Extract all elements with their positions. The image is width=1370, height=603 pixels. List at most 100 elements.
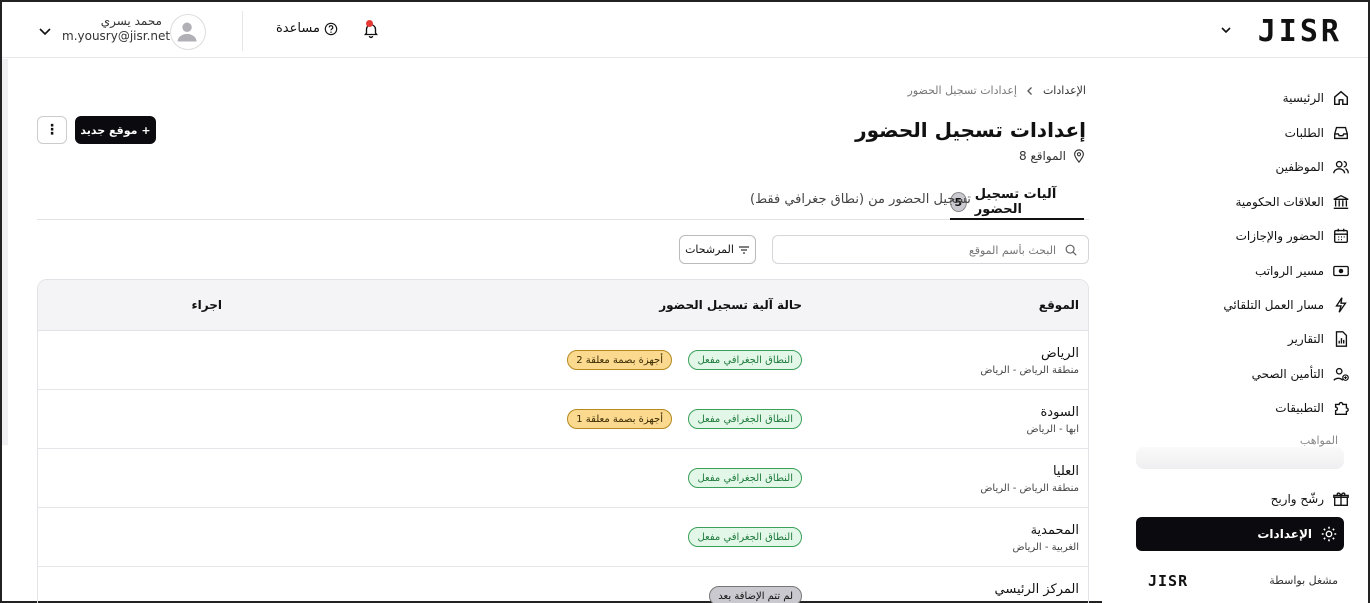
top-bar: JISR مساعدة محمد يسري m.yousry@jisr.net <box>2 2 1368 58</box>
search-box <box>772 235 1089 264</box>
report-icon <box>1335 331 1348 347</box>
sidebar-section-talents: المواهب <box>1299 434 1338 447</box>
help-label: مساعدة <box>276 21 320 36</box>
sidebar-item-label: الطلبات <box>1284 126 1324 140</box>
filters-label: المرشحات <box>685 243 734 256</box>
breadcrumb-root[interactable]: الإعدادات <box>1043 84 1086 97</box>
new-location-button[interactable]: + موقع جديد <box>75 116 156 144</box>
location-name: العليا <box>1052 464 1079 479</box>
sidebar-item-attendance[interactable]: الحضور والإجازات <box>1130 222 1350 250</box>
sidebar-item-reports[interactable]: التقارير <box>1130 325 1350 353</box>
pending-devices-badge: 1 أجهزة بصمة معلقة <box>567 409 672 429</box>
chevron-down-icon[interactable] <box>1220 24 1232 36</box>
location-region: منطقة الرياض - الرياض <box>980 365 1079 376</box>
page-title: إعدادات تسجيل الحضور <box>855 118 1086 142</box>
locations-table: الموقع حالة آلية تسجيل الحضور اجراء الري… <box>37 279 1089 603</box>
locations-count-text: 8 المواقع <box>1018 149 1066 163</box>
jisr-logo[interactable]: JISR <box>1258 14 1342 49</box>
search-input[interactable] <box>786 241 1056 259</box>
sidebar-item-label: مسار العمل التلقائي <box>1223 298 1324 312</box>
filter-icon <box>738 245 749 254</box>
status-badge: لم تتم الإضافة بعد <box>709 586 802 603</box>
breadcrumb: الإعدادات إعدادات تسجيل الحضور <box>908 84 1086 97</box>
tab-label: آليات تسجيل الحضور <box>974 187 1057 217</box>
sidebar-item-label: التأمين الصحي <box>1251 367 1324 381</box>
table-row[interactable]: المركز الرئيسي لم تتم الإضافة بعد <box>38 567 1088 603</box>
table-row[interactable]: العليا منطقة الرياض - الرياض النطاق الجغ… <box>38 449 1088 508</box>
sidebar-item-label: العلاقات الحكومية <box>1235 195 1325 209</box>
powered-by-logo: JISR <box>1148 572 1189 590</box>
location-name: المركز الرئيسي <box>994 582 1079 597</box>
search-icon <box>1065 244 1077 256</box>
header-divider <box>242 11 243 51</box>
table-row[interactable]: المحمدية الغربية - الرياض النطاق الجغراف… <box>38 508 1088 567</box>
sidebar-item-label: التطبيقات <box>1275 401 1324 415</box>
status-badge: النطاق الجغرافي مفعل <box>688 409 802 429</box>
sidebar-item-refer[interactable]: رشّح واربح <box>1130 485 1350 513</box>
notification-dot <box>366 20 373 27</box>
chevron-down-icon[interactable] <box>38 24 52 38</box>
breadcrumb-current: إعدادات تسجيل الحضور <box>907 84 1017 97</box>
calendar-icon <box>1334 228 1348 243</box>
location-region: الغربية - الرياض <box>1012 542 1079 553</box>
status-badge: النطاق الجغرافي مفعل <box>688 468 802 488</box>
sidebar-item-requests[interactable]: الطلبات <box>1130 119 1350 147</box>
sidebar-item-home[interactable]: الرئيسية <box>1130 84 1350 112</box>
column-header-action: اجراء <box>191 298 222 312</box>
filters-button[interactable]: المرشحات <box>679 235 756 264</box>
sidebar-item-label: التقارير <box>1287 332 1324 346</box>
chevron-left-icon <box>1027 86 1032 95</box>
sidebar-item-label: مسير الرواتب <box>1254 264 1324 278</box>
sidebar-item-label: رشّح واربح <box>1270 492 1324 506</box>
sidebar-item-automation[interactable]: مسار العمل التلقائي <box>1130 291 1350 319</box>
sidebar-item-health-insurance[interactable]: التأمين الصحي <box>1130 360 1350 388</box>
table-row[interactable]: السودة ابها - الرياض النطاق الجغرافي مفع… <box>38 390 1088 449</box>
location-region: منطقة الرياض - الرياض <box>980 483 1079 494</box>
pending-devices-badge: 2 أجهزة بصمة معلقة <box>567 350 672 370</box>
sidebar-item-employees[interactable]: الموظفين <box>1130 153 1350 181</box>
new-location-label: موقع جديد <box>80 123 138 137</box>
money-icon <box>1333 265 1349 277</box>
status-badge: النطاق الجغرافي مفعل <box>688 350 802 370</box>
inbox-icon <box>1334 126 1348 140</box>
help-button[interactable]: مساعدة <box>276 21 338 36</box>
sidebar-item-label: الإعدادات <box>1257 527 1312 541</box>
user-name: محمد يسري <box>100 14 162 28</box>
gear-icon <box>1321 526 1337 542</box>
automation-icon <box>1335 297 1347 313</box>
user-avatar-icon <box>177 22 197 42</box>
sidebar-item-label: الرئيسية <box>1282 91 1324 105</box>
sidebar-item-label: الحضور والإجازات <box>1235 229 1324 243</box>
scroll-track <box>2 59 8 445</box>
location-name: الرياض <box>1040 346 1079 361</box>
tabs-divider <box>37 219 1089 220</box>
locations-count: 8 المواقع <box>1019 149 1086 163</box>
table-header: الموقع حالة آلية تسجيل الحضور اجراء <box>38 280 1088 331</box>
sidebar-item-government[interactable]: العلاقات الحكومية <box>1130 188 1350 216</box>
status-badge: النطاق الجغرافي مفعل <box>688 527 802 547</box>
help-icon <box>324 22 338 35</box>
sidebar-item-settings[interactable]: الإعدادات <box>1136 517 1344 551</box>
column-header-location: الموقع <box>1038 298 1079 312</box>
powered-by-label: مشغل بواسطة <box>1269 574 1338 587</box>
sidebar-item-label: الموظفين <box>1275 160 1324 174</box>
sidebar-item-apps[interactable]: التطبيقات <box>1130 394 1350 422</box>
home-icon <box>1333 90 1349 106</box>
users-icon <box>1333 160 1349 174</box>
more-options-button[interactable]: ⋮ <box>37 116 67 144</box>
map-pin-icon <box>1074 149 1084 163</box>
health-icon <box>1333 367 1349 381</box>
location-name: المحمدية <box>1030 523 1079 538</box>
plus-icon: + <box>141 123 151 137</box>
user-email: m.yousry@jisr.net <box>62 29 171 43</box>
sidebar-scroll-fade <box>1136 447 1344 469</box>
location-region: ابها - الرياض <box>1026 424 1079 435</box>
sidebar-item-payroll[interactable]: مسير الرواتب <box>1130 257 1350 285</box>
tab-geofence-only[interactable]: تسجيل الحضور من (نطاق جغرافي فقط) <box>750 192 971 207</box>
column-header-status: حالة آلية تسجيل الحضور <box>659 298 802 312</box>
puzzle-icon <box>1334 401 1349 415</box>
location-name: السودة <box>1040 405 1080 420</box>
table-row[interactable]: الرياض منطقة الرياض - الرياض النطاق الجغ… <box>38 331 1088 390</box>
avatar[interactable] <box>170 14 206 50</box>
gift-icon <box>1333 492 1349 506</box>
